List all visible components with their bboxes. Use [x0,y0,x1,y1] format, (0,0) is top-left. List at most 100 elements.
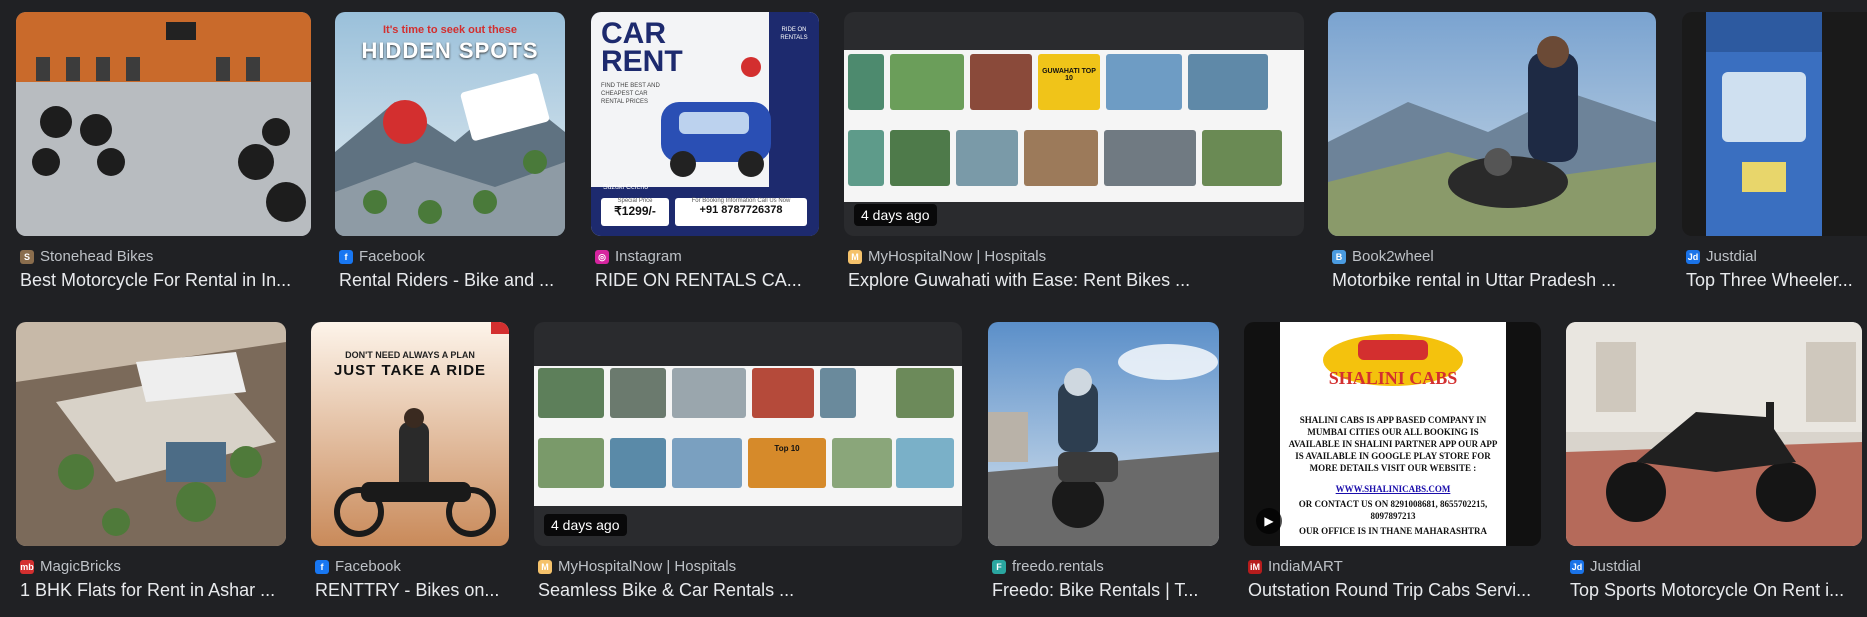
result-image[interactable]: GUWAHATI TOP 10 4 days ago [844,12,1304,236]
price-value: ₹1299/- [614,204,656,218]
result-title[interactable]: Best Motorcycle For Rental in In... [20,270,315,291]
result-title[interactable]: Rental Riders - Bike and ... [339,270,569,291]
flyer-body: SHALINI CABS IS APP BASED COMPANY IN MUM… [1288,415,1498,473]
poster-line2: JUST TAKE A RIDE [333,362,487,379]
phone-number: +91 8787726378 [699,204,783,216]
auto-rickshaw-photo [1682,12,1867,236]
result-title[interactable]: Top Sports Motorcycle On Rent i... [1570,580,1862,601]
result-source[interactable]: S Stonehead Bikes [20,248,153,265]
facebook-favicon-icon: f [339,249,353,264]
result-source[interactable]: mb MagicBricks [20,558,121,575]
flyer: SHALINI CABS SHALINI CABS IS APP BASED C… [1280,322,1506,546]
result-image[interactable]: DON'T NEED ALWAYS A PLAN JUST TAKE A RID… [311,322,509,546]
result-image[interactable] [1328,12,1656,236]
result-title[interactable]: Outstation Round Trip Cabs Servi... [1248,580,1545,601]
indiamart-favicon-icon: iM [1248,559,1262,574]
result-source[interactable]: Jd Justdial [1570,558,1641,575]
result-card[interactable]: SHALINI CABS SHALINI CABS IS APP BASED C… [1244,322,1541,607]
result-source[interactable]: ◎ Instagram [595,248,682,265]
price-box: Special Price ₹1299/- [601,198,669,226]
result-title[interactable]: Explore Guwahati with Ease: Rent Bikes .… [848,270,1308,291]
source-name: IndiaMART [1268,558,1343,575]
result-image[interactable] [1682,12,1867,236]
sports-bike-photo [1566,322,1862,546]
source-name: Facebook [335,558,401,575]
flyer-contact: OR CONTACT US ON 8291008681, 8655702215,… [1298,499,1488,521]
stonehead-favicon-icon: S [20,249,34,264]
flyer-website[interactable]: WWW.SHALINICABS.COM [1280,484,1506,494]
rooftop-render [16,322,286,546]
result-card[interactable]: Jd Justdial Top Sports Motorcycle On Ren… [1566,322,1862,607]
result-title[interactable]: Seamless Bike & Car Rentals ... [538,580,966,601]
result-title[interactable]: RIDE ON RENTALS CA... [595,270,823,291]
freedo-favicon-icon: F [992,559,1006,574]
result-title[interactable]: Freedo: Bike Rentals | T... [992,580,1223,601]
source-name: MyHospitalNow | Hospitals [868,248,1047,265]
showroom-photo [16,12,311,236]
result-title[interactable]: 1 BHK Flats for Rent in Ashar ... [20,580,290,601]
collage-strip: GUWAHATI TOP 10 [844,50,1304,202]
car-name: Suzuki Celerio [603,184,649,191]
justdial-favicon-icon: Jd [1686,249,1700,264]
play-icon[interactable]: ▶ [1256,508,1282,534]
age-badge: 4 days ago [544,514,627,536]
source-name: Facebook [359,248,425,265]
result-source[interactable]: M MyHospitalNow | Hospitals [848,248,1046,265]
result-source[interactable]: F freedo.rentals [992,558,1104,575]
result-image[interactable]: Top 10 4 days ago [534,322,962,546]
result-source[interactable]: B Book2wheel [1332,248,1434,265]
myhospitalnow-favicon-icon: M [848,249,862,264]
result-image[interactable] [16,12,311,236]
result-card[interactable]: F freedo.rentals Freedo: Bike Rentals | … [988,322,1219,607]
result-source[interactable]: M MyHospitalNow | Hospitals [538,558,736,575]
result-card[interactable]: GUWAHATI TOP 10 4 days ago M MyHospitalN… [844,12,1304,297]
poster-headline: HIDDEN SPOTS [361,38,539,63]
source-name: freedo.rentals [1012,558,1104,575]
result-image[interactable]: SHALINI CABS SHALINI CABS IS APP BASED C… [1244,322,1541,546]
result-source[interactable]: f Facebook [315,558,401,575]
collage-highlight: Top 10 [774,444,800,453]
result-title[interactable]: Motorbike rental in Uttar Pradesh ... [1332,270,1660,291]
myhospitalnow-favicon-icon: M [538,559,552,574]
result-source[interactable]: f Facebook [339,248,425,265]
result-title[interactable]: RENTTRY - Bikes on... [315,580,513,601]
brand-label: RIDE ON RENTALS [780,27,808,41]
road-rider-photo [988,322,1219,546]
book2wheel-favicon-icon: B [1332,249,1346,264]
result-card[interactable]: CAR RENT FIND THE BEST AND CHEAPEST CAR … [591,12,819,297]
source-name: Instagram [615,248,682,265]
car-rent-sub: FIND THE BEST AND CHEAPEST CAR RENTAL PR… [601,83,660,105]
result-image[interactable] [988,322,1219,546]
magicbricks-favicon-icon: mb [20,559,34,574]
result-image[interactable] [1566,322,1862,546]
result-source[interactable]: iM IndiaMART [1248,558,1343,575]
poster-line1: DON'T NEED ALWAYS A PLAN [345,350,475,360]
result-image[interactable] [16,322,286,546]
source-name: Justdial [1590,558,1641,575]
flyer-office: OUR OFFICE IS IN THANE MAHARASHTRA [1298,526,1488,536]
result-card[interactable]: B Book2wheel Motorbike rental in Uttar P… [1328,12,1656,297]
collage-highlight: GUWAHATI TOP 10 [1042,68,1096,82]
collage-strip: Top 10 [534,366,962,506]
poster-top-text: It's time to seek out these [382,24,518,36]
result-source[interactable]: Jd Justdial [1686,248,1757,265]
result-card[interactable]: S Stonehead Bikes Best Motorcycle For Re… [16,12,311,297]
car-rent-headline: CAR RENT [601,17,683,78]
booking-box: For Booking Information Call Us Now +91 … [675,198,807,226]
facebook-favicon-icon: f [315,559,329,574]
mountain-rider-photo [1328,12,1656,236]
source-name: MagicBricks [40,558,121,575]
result-title[interactable]: Top Three Wheeler... [1686,270,1867,291]
source-name: MyHospitalNow | Hospitals [558,558,737,575]
result-card[interactable]: mb MagicBricks 1 BHK Flats for Rent in A… [16,322,286,607]
result-card[interactable]: DON'T NEED ALWAYS A PLAN JUST TAKE A RID… [311,322,509,607]
instagram-favicon-icon: ◎ [595,249,609,264]
result-image[interactable]: CAR RENT FIND THE BEST AND CHEAPEST CAR … [591,12,819,236]
result-card[interactable]: Jd Justdial Top Three Wheeler... [1682,12,1867,297]
source-name: Justdial [1706,248,1757,265]
source-name: Stonehead Bikes [40,248,154,265]
source-name: Book2wheel [1352,248,1434,265]
result-card[interactable]: It's time to seek out these HIDDEN SPOTS… [335,12,565,297]
result-card[interactable]: Top 10 4 days ago M MyHospitalNow | Hosp… [534,322,962,607]
result-image[interactable]: It's time to seek out these HIDDEN SPOTS [335,12,565,236]
